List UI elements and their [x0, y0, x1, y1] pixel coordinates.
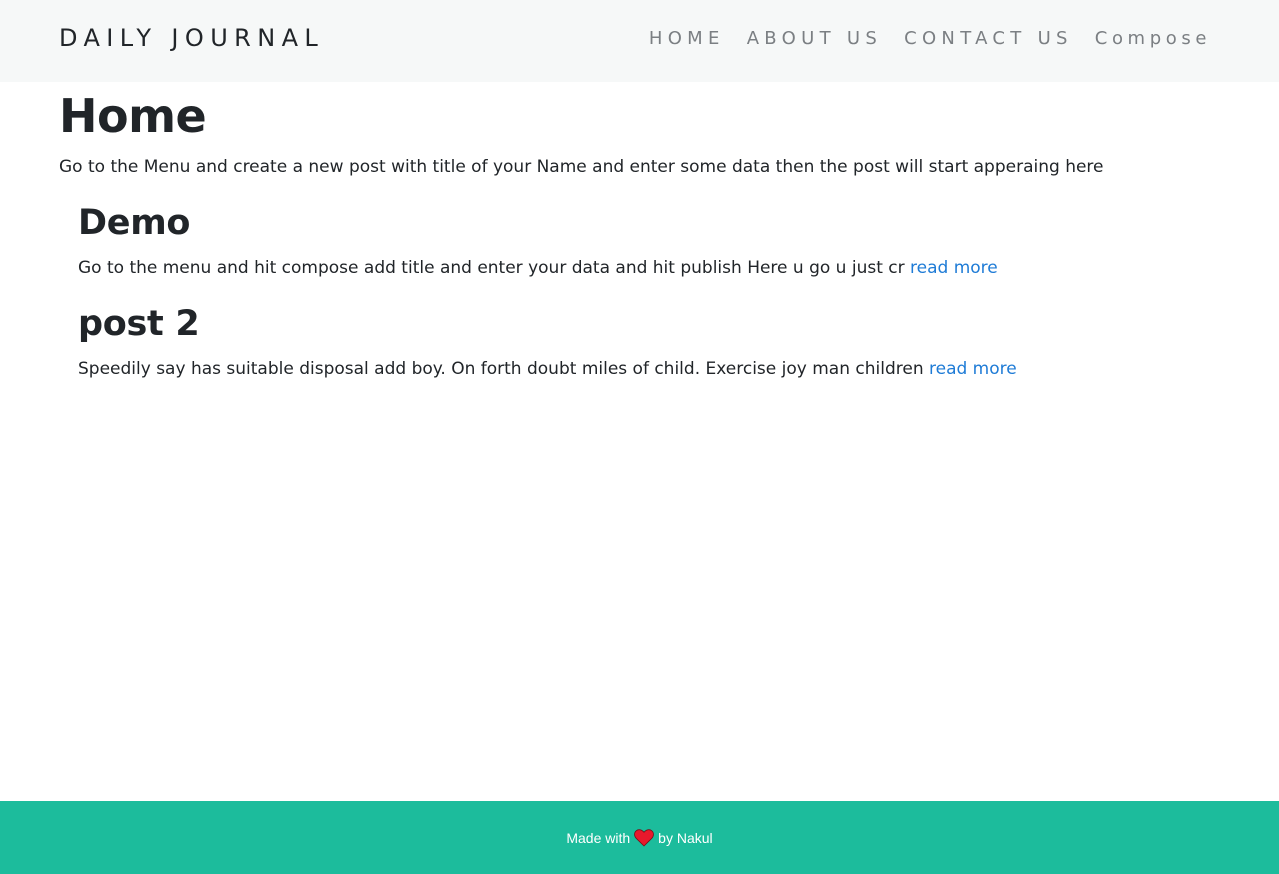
nav-menu: HOME ABOUT US CONTACT US Compose — [649, 28, 1211, 49]
brand-logo[interactable]: DAILY JOURNAL — [59, 24, 324, 52]
top-navbar: DAILY JOURNAL HOME ABOUT US CONTACT US C… — [0, 0, 1279, 82]
footer-suffix: by Nakul — [658, 829, 713, 846]
post-card: post 2 Speedily say has suitable disposa… — [78, 304, 1219, 381]
page-title: Home — [59, 89, 207, 143]
post-excerpt: Go to the menu and hit compose add title… — [78, 256, 1219, 280]
post-excerpt-text: Go to the menu and hit compose add title… — [78, 258, 905, 278]
nav-compose-link[interactable]: Compose — [1095, 28, 1211, 49]
post-card: Demo Go to the menu and hit compose add … — [78, 203, 1219, 280]
heart-icon — [634, 828, 655, 847]
read-more-link[interactable]: read more — [929, 359, 1017, 379]
nav-contact-us-link[interactable]: CONTACT US — [904, 28, 1073, 49]
footer: Made with by Nakul — [0, 801, 1279, 874]
post-excerpt: Speedily say has suitable disposal add b… — [78, 357, 1219, 381]
post-title: post 2 — [78, 304, 200, 344]
post-excerpt-text: Speedily say has suitable disposal add b… — [78, 359, 924, 379]
post-title: Demo — [78, 203, 191, 243]
main-content: Home Go to the Menu and create a new pos… — [59, 82, 1219, 381]
nav-home-link[interactable]: HOME — [649, 28, 725, 49]
nav-about-us-link[interactable]: ABOUT US — [747, 28, 882, 49]
intro-text: Go to the Menu and create a new post wit… — [59, 157, 1104, 177]
footer-prefix: Made with — [566, 829, 631, 846]
read-more-link[interactable]: read more — [910, 258, 998, 278]
